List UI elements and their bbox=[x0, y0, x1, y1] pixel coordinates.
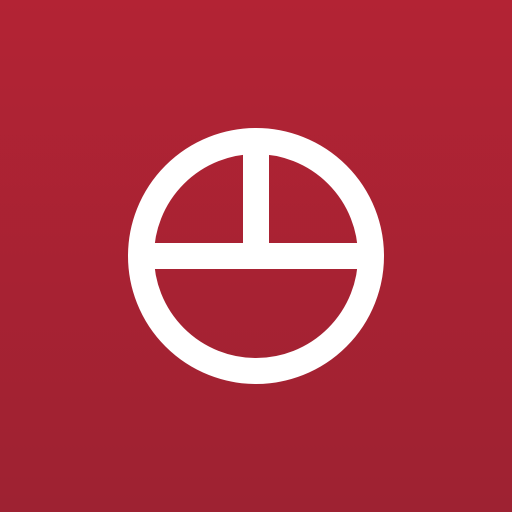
circle-quadrant-logo-icon bbox=[128, 128, 384, 384]
app-icon-tile bbox=[0, 0, 512, 512]
